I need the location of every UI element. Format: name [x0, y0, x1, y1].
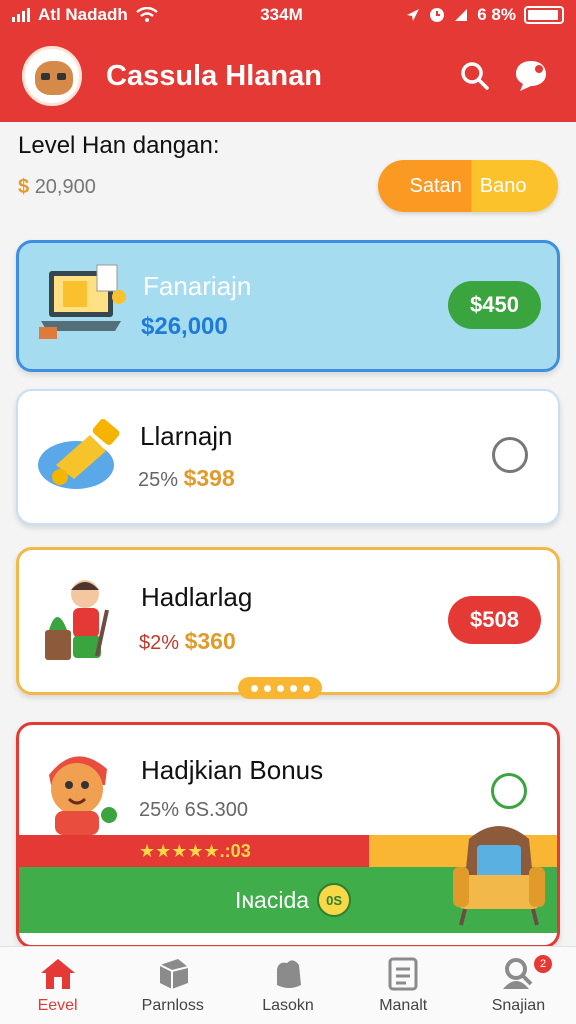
- status-right: 6 8%: [405, 5, 564, 25]
- avatar-eye: [57, 73, 66, 80]
- promo-banner-text: Iɴacida: [234, 886, 310, 913]
- card-amount: 25% 6S.300: [139, 799, 248, 822]
- bottom-nav: Eevel Parnloss Lasokn Manalt 2 Snajian: [0, 946, 576, 1024]
- summary-title: Level Han dangan:: [18, 132, 220, 159]
- card-title: Llarnajn: [140, 421, 233, 451]
- card-discount: $2%: [139, 632, 180, 654]
- nav-item-lessons[interactable]: Lasokn: [230, 947, 345, 1024]
- card-discount: 25%: [139, 799, 180, 821]
- chat-icon: [516, 61, 546, 91]
- nav-label: Parnloss: [141, 996, 204, 1014]
- gardener-icon: [45, 580, 109, 660]
- card-amount: $2% $360: [139, 628, 236, 655]
- price-button[interactable]: $508: [448, 596, 541, 644]
- bonus-card[interactable]: Hadjkian Bonus 25% 6S.300 ★★★★★.:03 Iɴac…: [16, 722, 560, 948]
- chat-button[interactable]: [508, 53, 554, 99]
- card-amount: $26,000: [141, 313, 228, 341]
- nav-label: Manalt: [379, 996, 428, 1014]
- carrier-label: Atl Nadadh: [38, 5, 128, 24]
- clock: 334M: [260, 5, 303, 24]
- trophy-icon: [38, 419, 120, 489]
- wifi-icon: [135, 7, 158, 22]
- summary-button-right-label: Bano: [479, 174, 527, 197]
- box-icon: [159, 958, 189, 989]
- offer-card[interactable]: Llarnajn 25% $398: [16, 389, 560, 525]
- pagination-dots: [238, 677, 322, 699]
- nav-label: Eevel: [37, 996, 78, 1014]
- promo-rating-strip: ★★★★★.:03: [19, 835, 369, 867]
- promo-badge: 0S: [317, 883, 352, 917]
- nav-item-manual[interactable]: Manalt: [346, 947, 461, 1024]
- status-bar: Atl Nadadh 334M 6 8%: [0, 0, 576, 30]
- offer-card[interactable]: Fanariajn $26,000 $450: [16, 240, 560, 372]
- notification-badge: 2: [534, 955, 553, 973]
- profile-icon: [503, 957, 533, 989]
- armchair-icon: [453, 826, 545, 926]
- battery-icon: [523, 6, 564, 24]
- summary-amount-value: 20,900: [34, 176, 96, 198]
- app-bar: Cassula Hlanan: [0, 30, 576, 122]
- search-button[interactable]: [452, 53, 498, 99]
- nav-item-profile[interactable]: 2 Snajian: [461, 947, 576, 1024]
- card-amount-value: 6S.300: [184, 799, 248, 821]
- currency-symbol: $: [18, 176, 30, 198]
- avatar[interactable]: [22, 46, 82, 106]
- select-radio[interactable]: [492, 437, 528, 473]
- nav-item-parcels[interactable]: Parnloss: [115, 947, 230, 1024]
- nav-label: Lasokn: [262, 996, 314, 1014]
- laptop-icon: [39, 264, 126, 339]
- summary-section: Level Han dangan: $ 20,900 Satan Bano: [18, 132, 558, 222]
- cellular-icon: [455, 9, 468, 21]
- card-discount: 25%: [138, 469, 179, 491]
- home-icon: [40, 958, 75, 989]
- price-button[interactable]: $450: [448, 281, 541, 329]
- alarm-icon: [430, 8, 445, 22]
- document-icon: [388, 957, 418, 990]
- card-title: Fanariajn: [143, 271, 252, 301]
- battery-percent: 6 8%: [477, 5, 516, 24]
- card-title: Hadlarlag: [141, 582, 253, 612]
- card-amount-value: $398: [183, 465, 235, 491]
- mascot-icon: [49, 756, 117, 835]
- status-left: Atl Nadadh: [12, 5, 158, 25]
- promo-rating: ★★★★★.:03: [139, 840, 251, 861]
- nav-item-home[interactable]: Eevel: [0, 947, 115, 1024]
- summary-button[interactable]: Satan Bano: [378, 160, 558, 212]
- offer-card[interactable]: Hadlarlag $2% $360 $508: [16, 547, 560, 695]
- location-icon: [407, 9, 420, 21]
- app-title: Cassula Hlanan: [106, 59, 322, 92]
- card-amount-value: $360: [184, 628, 236, 654]
- summary-button-left-label: Satan: [409, 174, 462, 197]
- card-title: Hadjkian Bonus: [141, 755, 324, 785]
- nav-label: Snajian: [491, 996, 546, 1014]
- bag-icon: [277, 959, 301, 988]
- avatar-eye: [41, 73, 50, 80]
- card-amount: 25% $398: [138, 465, 235, 492]
- signal-icon: [12, 8, 30, 22]
- select-radio[interactable]: [491, 773, 527, 809]
- search-icon: [461, 62, 489, 90]
- card-amount-value: $26,000: [141, 313, 228, 340]
